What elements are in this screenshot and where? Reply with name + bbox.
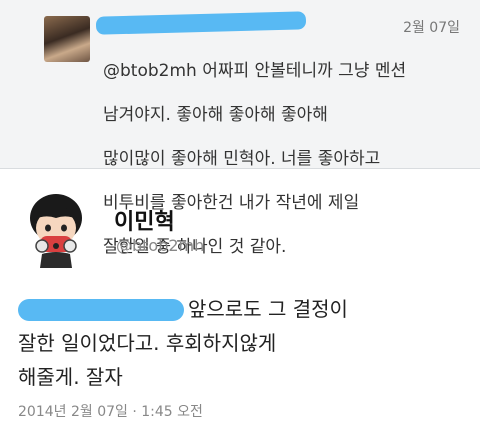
quoted-line: 많이많이 좋아해 민혁아. 너를 좋아하고 <box>103 149 381 169</box>
avatar[interactable] <box>24 190 88 270</box>
quoted-date: 2월 07일 <box>403 20 460 36</box>
quoted-line: @btob2mh 어짜피 안볼테니까 그냥 멘션 <box>103 61 407 81</box>
tweet-timestamp[interactable]: 2014년 2월 07일 · 1:45 오전 <box>18 401 203 421</box>
redacted-username <box>95 11 307 35</box>
user-handle[interactable]: @btob2mh <box>116 236 204 255</box>
display-name[interactable]: 이민혁 <box>114 204 175 236</box>
avatar-filter-right <box>63 239 77 253</box>
tweet-text-line: 앞으로도 그 결정이 <box>188 297 348 321</box>
tweet-text-rest: 잘한 일이었다고. 후회하지않게 해줄게. 잘자 <box>18 331 277 389</box>
quoted-avatar[interactable] <box>44 16 90 62</box>
tweet-text: 앞으로도 그 결정이 잘한 일이었다고. 후회하지않게 해줄게. 잘자 <box>18 292 468 394</box>
avatar-mask-valve <box>53 243 59 249</box>
avatar-body <box>40 252 72 268</box>
avatar-eye-right <box>61 224 67 232</box>
quoted-line: 남겨야지. 좋아해 좋아해 좋아해 <box>103 105 328 125</box>
avatar-eye-left <box>45 224 51 232</box>
quoted-tweet[interactable]: 2월 07일 @btob2mh 어짜피 안볼테니까 그냥 멘션 남겨야지. 좋아… <box>0 0 480 257</box>
avatar-filter-left <box>35 239 49 253</box>
